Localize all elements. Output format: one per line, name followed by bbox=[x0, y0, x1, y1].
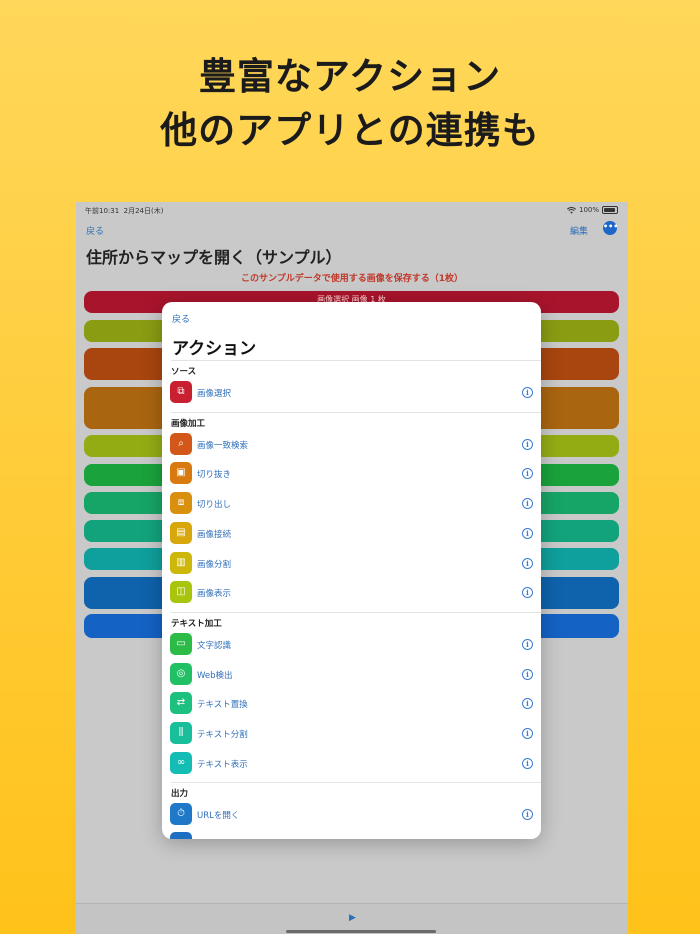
action-item-label: Web検出 bbox=[197, 670, 233, 681]
action-item[interactable]: ▭ 文字認識 i bbox=[170, 632, 533, 657]
section-divider bbox=[171, 411, 541, 413]
action-item-label: 画像接続 bbox=[197, 529, 232, 540]
text-replace-icon: ⇄ bbox=[170, 692, 192, 715]
info-icon[interactable]: i bbox=[522, 498, 533, 510]
info-icon[interactable]: i bbox=[522, 638, 533, 650]
action-item[interactable]: ⫼ テキスト分割 i bbox=[170, 722, 533, 746]
image-select-icon: ⧉ bbox=[170, 381, 192, 403]
info-icon[interactable]: i bbox=[522, 668, 533, 680]
action-item[interactable]: ⏱ URLを開く i bbox=[170, 803, 533, 827]
action-item-label: 切り出し bbox=[197, 500, 232, 511]
battery-icon bbox=[602, 206, 618, 214]
action-item-label: 画像表示 bbox=[197, 589, 232, 600]
status-date: 2月24日(木) bbox=[123, 207, 164, 215]
action-item[interactable]: ▤ 画像接続 i bbox=[170, 521, 533, 546]
battery-percent: 100% bbox=[578, 206, 599, 214]
info-icon[interactable]: i bbox=[522, 698, 533, 710]
play-icon[interactable]: ▶ bbox=[349, 913, 356, 923]
action-item[interactable]: ⇄ テキスト置換 i bbox=[170, 692, 533, 716]
save-sample-images-link[interactable]: このサンプルデータで使用する画像を保存する（1枚） bbox=[76, 271, 628, 284]
section-divider bbox=[171, 782, 541, 784]
nav-bar: 戻る 編集 ••• bbox=[76, 220, 628, 242]
section-header: 画像加工 bbox=[171, 418, 206, 429]
edit-button[interactable]: 編集 bbox=[570, 224, 588, 237]
action-item-label: 画像選択 bbox=[197, 389, 232, 399]
headline: 豊富なアクション 他のアプリとの連携も bbox=[0, 50, 700, 158]
modal-back-button[interactable]: 戻る bbox=[172, 312, 190, 325]
action-item-label: URLを開く bbox=[197, 811, 240, 822]
status-time: 午前10:31 bbox=[85, 207, 120, 215]
action-item[interactable]: ⧉ 画像選択 i bbox=[170, 381, 533, 405]
image-join-icon: ▤ bbox=[170, 521, 192, 544]
info-icon[interactable]: i bbox=[522, 809, 533, 821]
action-item[interactable]: ⌕ 画像一致検索 i bbox=[170, 432, 533, 457]
info-icon[interactable]: i bbox=[522, 387, 533, 398]
section-header: ソース bbox=[171, 367, 197, 377]
image-view-icon: ◫ bbox=[170, 581, 192, 604]
action-picker-modal: 戻る アクション ソース ⧉ 画像選択 i 画像加工 ⌕ 画像一致検索 i ▣ 切り抜き i ⧈ 切り出… bbox=[162, 302, 541, 839]
text-split-icon: ⫼ bbox=[170, 722, 192, 744]
cut-out-icon: ⧈ bbox=[170, 492, 192, 515]
wifi-icon bbox=[567, 206, 576, 214]
image-split-icon: ▥ bbox=[170, 551, 192, 574]
modal-title: アクション bbox=[172, 339, 257, 359]
action-item-label: テキスト置換 bbox=[197, 700, 248, 711]
info-icon[interactable]: i bbox=[522, 438, 533, 450]
info-icon[interactable]: i bbox=[522, 468, 533, 480]
action-item-label: 切り抜き bbox=[197, 470, 232, 481]
action-item[interactable]: ◎ Web検出 i bbox=[170, 662, 533, 687]
action-item-partial[interactable] bbox=[170, 832, 533, 839]
action-item-label: テキスト表示 bbox=[197, 759, 248, 770]
action-item[interactable]: ⧈ 切り出し i bbox=[170, 492, 533, 516]
info-icon[interactable]: i bbox=[522, 757, 533, 769]
info-icon[interactable]: i bbox=[522, 728, 533, 739]
action-item[interactable]: ∞ テキスト表示 i bbox=[170, 751, 533, 776]
open-url-icon: ⏱ bbox=[170, 803, 192, 826]
back-button[interactable]: 戻る bbox=[86, 224, 104, 237]
crop-icon: ▣ bbox=[170, 462, 192, 485]
action-item[interactable]: ▥ 画像分割 i bbox=[170, 551, 533, 576]
web-detect-icon: ◎ bbox=[170, 662, 192, 685]
more-icon[interactable]: ••• bbox=[603, 221, 618, 235]
app-icon bbox=[170, 832, 192, 839]
info-icon[interactable]: i bbox=[522, 527, 533, 539]
headline-line-2: 他のアプリとの連携も bbox=[160, 109, 540, 152]
action-item[interactable]: ◫ 画像表示 i bbox=[170, 581, 533, 605]
text-recognition-icon: ▭ bbox=[170, 632, 192, 655]
action-item-label: テキスト分割 bbox=[197, 730, 248, 740]
section-header: 出力 bbox=[171, 789, 189, 800]
info-icon[interactable]: i bbox=[522, 587, 533, 599]
text-view-icon: ∞ bbox=[170, 751, 192, 774]
status-bar: 午前10:31 2月24日(木) 100% bbox=[76, 202, 628, 218]
section-divider bbox=[171, 611, 541, 613]
page-title: 住所からマップを開く（サンプル） bbox=[86, 248, 342, 267]
action-item[interactable]: ▣ 切り抜き i bbox=[170, 462, 533, 486]
info-icon[interactable]: i bbox=[522, 557, 533, 569]
bottom-toolbar: ▶ bbox=[76, 903, 628, 934]
magnifier-icon: ⌕ bbox=[170, 432, 192, 455]
section-header: テキスト加工 bbox=[171, 618, 222, 629]
action-item-label: 文字認識 bbox=[197, 640, 232, 651]
action-item-label: 画像一致検索 bbox=[197, 440, 249, 451]
section-divider bbox=[171, 360, 541, 361]
action-item-label: 画像分割 bbox=[197, 559, 232, 570]
home-indicator bbox=[286, 930, 436, 933]
headline-line-1: 豊富なアクション bbox=[198, 55, 502, 98]
